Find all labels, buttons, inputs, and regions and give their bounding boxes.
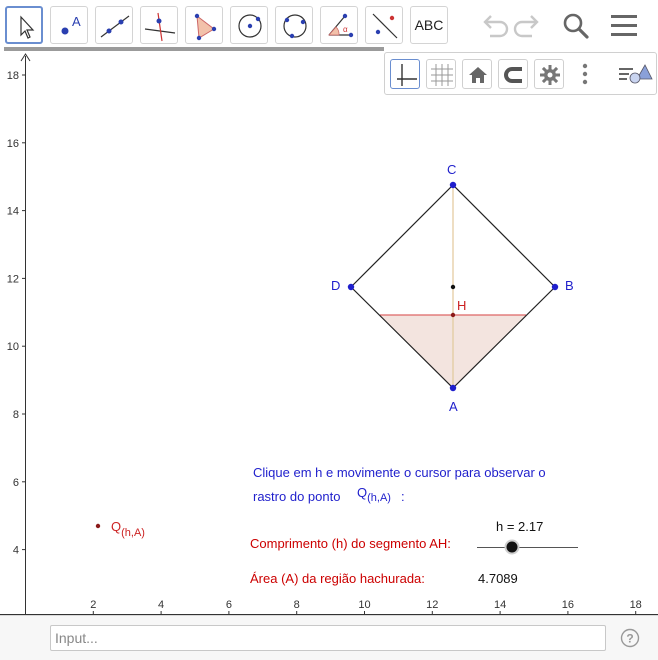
x-axis-ticks: 2 4 6 8 10 12 14 16 18 [90,599,642,615]
point-D-label: D [331,278,340,293]
x-tick-label: 12 [426,599,438,611]
y-tick-label: 8 [13,409,19,421]
x-tick-label: 18 [630,599,642,611]
point-A-label: A [449,399,458,414]
instruction-line-2: rastro do ponto [253,489,340,504]
text-tool-label: ABC [414,17,444,33]
cursor-arrow-icon [20,15,35,39]
move-tool-button[interactable] [5,6,43,44]
x-tick-label: 2 [90,599,96,611]
svg-text:?: ? [626,632,633,646]
point-D[interactable] [347,283,355,291]
redo-icon[interactable] [512,8,546,42]
y-tick-label: 12 [7,273,19,285]
undo-icon[interactable] [476,8,510,42]
axes-icon [397,64,417,86]
line-tool-button[interactable] [95,6,133,44]
y-tick-label: 4 [13,545,19,557]
y-tick-label: 14 [7,206,19,218]
y-axis-ticks: 4 6 8 10 12 14 16 18 [7,70,26,557]
x-tick-label: 4 [158,599,164,611]
area-label: Área (A) da região hachurada: [250,571,425,586]
circle-three-points-icon [283,14,307,39]
grid-icon [431,64,453,86]
point-icon: A [61,14,81,35]
svg-text:α: α [343,25,348,34]
instruction-q-label: Q(h,A) [357,485,391,504]
y-tick-label: 18 [7,70,19,82]
x-tick-label: 14 [494,599,506,611]
slider-h-label: h = 2.17 [496,519,543,534]
circle-center-icon [238,14,262,38]
menu-icon[interactable] [607,8,641,42]
point-C[interactable] [449,181,457,189]
circle-three-points-tool-button[interactable] [275,6,313,44]
instruction-colon: : [401,489,405,504]
toolbar: A α ABC [0,0,658,51]
graphics-style-bar [384,52,657,95]
point-tool-button[interactable]: A [50,6,88,44]
angle-tool-button[interactable]: α [320,6,358,44]
point-A[interactable] [449,384,457,392]
polygon-icon [194,13,217,41]
graphics-view[interactable]: 4 6 8 10 12 14 16 18 2 4 6 8 10 12 14 16 18 H A B C D Q… [0,52,658,615]
show-grid-button[interactable] [426,59,456,89]
graphics-settings-button[interactable] [534,59,564,89]
standard-view-button[interactable] [462,59,492,89]
text-tool-button[interactable]: ABC [410,6,448,44]
reflect-about-line-icon [372,13,398,39]
center-point[interactable] [450,284,456,290]
slider-h-handle[interactable] [506,541,518,553]
point-capturing-button[interactable] [498,59,528,89]
point-Q-label: Q(h,A) [111,519,145,539]
x-tick-label: 16 [562,599,574,611]
x-tick-label: 10 [358,599,370,611]
magnet-icon [504,67,522,83]
toolbar-separator [4,47,384,51]
point-B-label: B [565,278,574,293]
segment-length-label: Comprimento (h) do segmento AH: [250,536,451,551]
angle-icon: α [328,13,354,38]
point-Q[interactable] [95,523,101,529]
polygon-tool-button[interactable] [185,6,223,44]
x-tick-label: 6 [226,599,232,611]
algebra-input-field[interactable] [50,625,606,651]
x-tick-label: 8 [294,599,300,611]
perpendicular-line-icon [144,12,176,42]
area-value: 4.7089 [478,571,518,586]
y-tick-label: 10 [7,341,19,353]
line-icon [100,15,130,38]
search-icon[interactable] [559,8,593,42]
point-B[interactable] [551,283,559,291]
home-icon [469,67,487,83]
instruction-line-1: Clique em h e movimente o cursor para ob… [253,465,546,480]
point-H-label: H [457,298,466,313]
input-bar: ? [0,615,658,660]
help-icon[interactable]: ? [620,628,640,648]
reflect-tool-button[interactable] [365,6,403,44]
show-axes-button[interactable] [390,59,420,89]
gear-icon [540,65,560,85]
circle-center-point-tool-button[interactable] [230,6,268,44]
y-tick-label: 16 [7,138,19,150]
point-C-label: C [447,162,456,177]
y-tick-label: 6 [13,477,19,489]
svg-text:A: A [72,14,81,29]
more-icon[interactable] [575,59,595,89]
point-H[interactable] [450,312,456,318]
perpendicular-line-tool-button[interactable] [140,6,178,44]
style-bar-icon[interactable] [617,59,653,89]
